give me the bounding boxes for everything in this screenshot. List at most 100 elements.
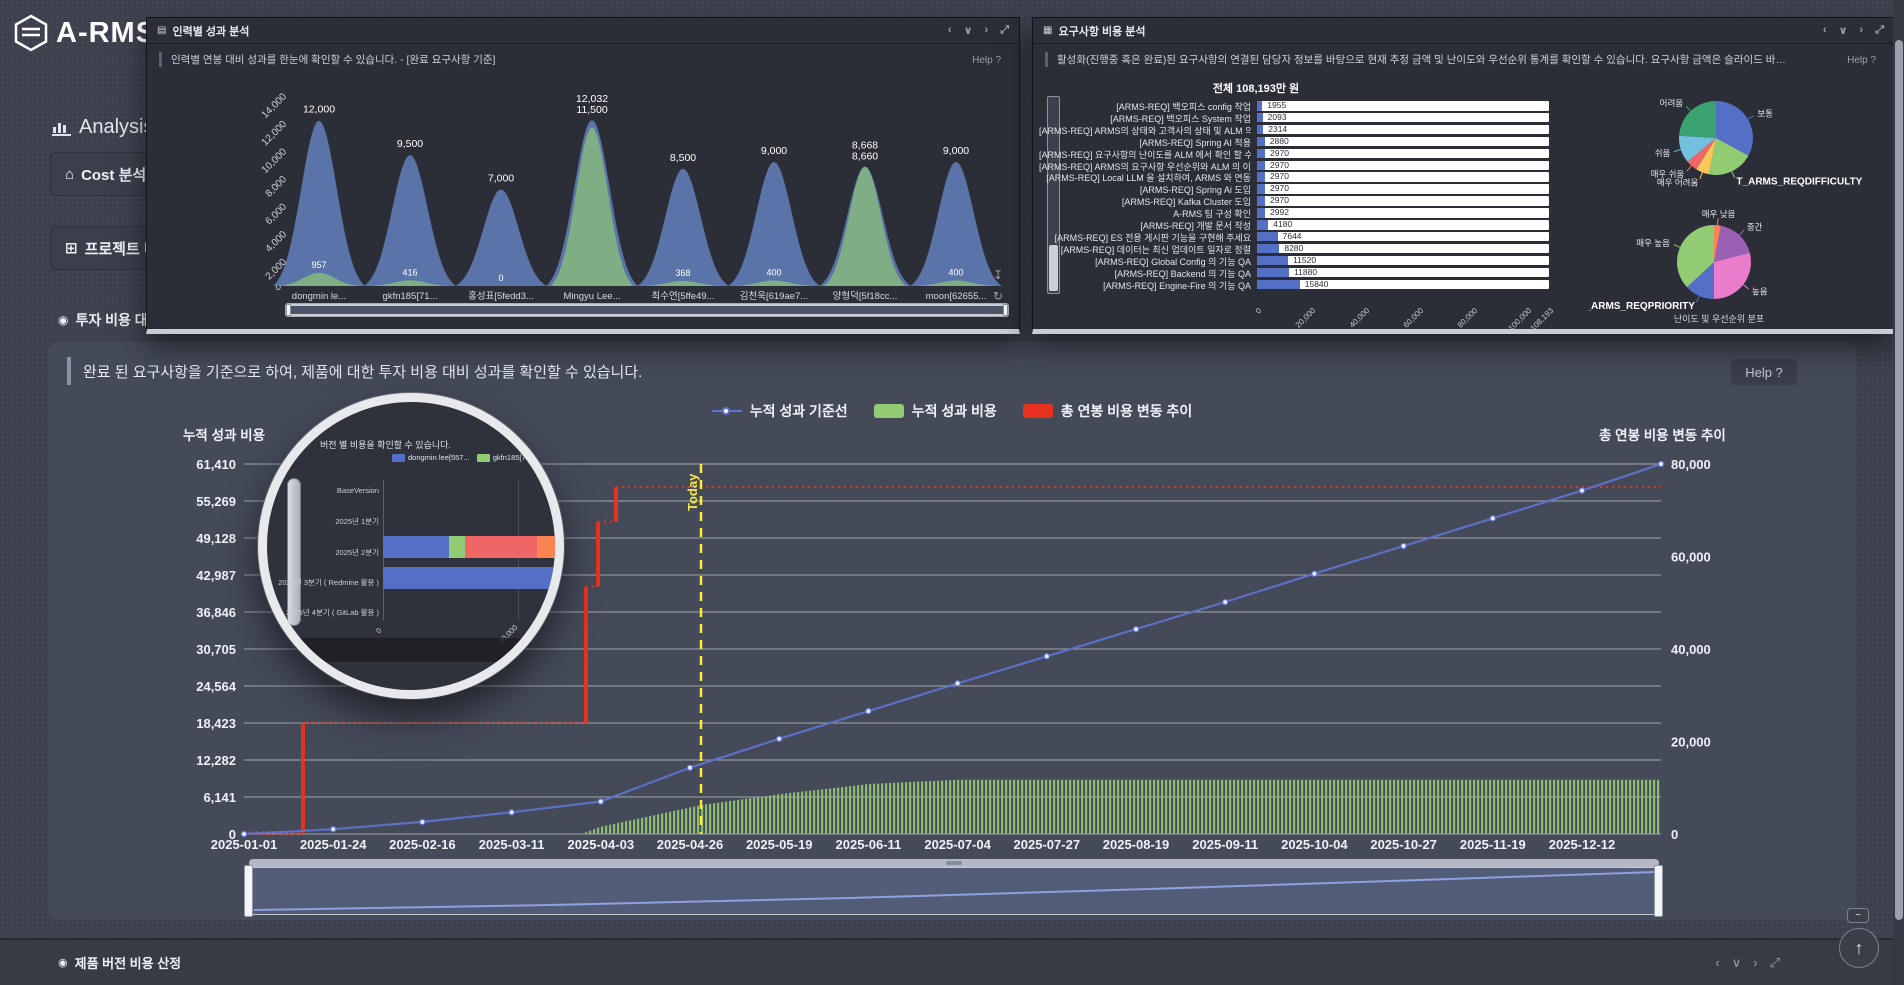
svg-text:매우 낮음: 매우 낮음	[1702, 209, 1736, 219]
svg-text:49,128: 49,128	[196, 531, 236, 546]
page-scrollbar[interactable]	[1893, 0, 1904, 985]
req-bar[interactable]: 2992	[1257, 208, 1549, 218]
chart-toolbox: ↧ ↻	[993, 268, 1003, 303]
scrollbar-handle-right[interactable]	[1003, 304, 1008, 316]
req-bar[interactable]: 2093	[1257, 113, 1549, 123]
req-bar[interactable]: 2970	[1257, 149, 1549, 159]
next-icon[interactable]: ›	[1753, 955, 1757, 971]
svg-text:957: 957	[311, 260, 326, 270]
req-bar-value: 4180	[1273, 220, 1292, 230]
req-bar-value: 2093	[1268, 113, 1287, 123]
svg-text:11,500: 11,500	[576, 104, 607, 116]
svg-text:2025-07-27: 2025-07-27	[1014, 837, 1081, 852]
panel-controls: ‹ ∨ › ⤢	[1715, 955, 1780, 971]
svg-text:2025-01-01: 2025-01-01	[211, 837, 278, 852]
svg-text:30,705: 30,705	[196, 642, 236, 657]
minimize-pill[interactable]: −	[1847, 908, 1869, 923]
req-x-tick: 80,000	[1449, 306, 1479, 336]
svg-text:368: 368	[675, 268, 690, 278]
req-bar[interactable]: 7644	[1257, 232, 1549, 242]
req-bar-value-segment	[1257, 101, 1262, 111]
svg-text:10,000: 10,000	[260, 146, 290, 176]
svg-text:홍성표[5fedd3...: 홍성표[5fedd3...	[468, 290, 534, 302]
req-bar-value-segment	[1257, 220, 1268, 230]
svg-text:9,000: 9,000	[761, 145, 787, 157]
svg-text:T_ARMS_REQPRIORITY: T_ARMS_REQPRIORITY	[1589, 301, 1695, 312]
table-icon: ⊞	[65, 239, 78, 257]
cost-button-label: Cost 분석	[81, 164, 146, 185]
req-bar-value: 2970	[1270, 184, 1289, 194]
page-scrollbar-thumb[interactable]	[1895, 40, 1903, 920]
svg-text:12,000: 12,000	[303, 104, 335, 116]
svg-text:8,660: 8,660	[852, 151, 878, 163]
svg-text:24,564: 24,564	[196, 679, 237, 694]
magnified-legend-item: dongmin lee[557...	[392, 452, 470, 463]
req-x-tick: 40,000	[1341, 306, 1371, 336]
datazoom-handle-left[interactable]	[244, 865, 253, 917]
requirements-pie-charts[interactable]: 보통T_ARMS_REQDIFFICULTY매우 어려움매우 쉬움쉬움어려움매우…	[1589, 74, 1896, 334]
svg-text:최수연[5ffe49...: 최수연[5ffe49...	[651, 291, 714, 302]
fullscreen-icon[interactable]: ⤢	[1770, 955, 1780, 971]
req-bar[interactable]: 2880	[1257, 137, 1549, 147]
req-bar[interactable]: 11880	[1257, 268, 1549, 278]
svg-text:moon[62655...: moon[62655...	[926, 291, 987, 302]
req-bar[interactable]: 4180	[1257, 220, 1549, 230]
datazoom-grip-icon[interactable]	[946, 861, 962, 865]
req-bar-value: 2992	[1270, 208, 1289, 218]
arrow-up-icon: ↑	[1855, 938, 1864, 959]
req-bar-value: 2970	[1270, 161, 1289, 171]
svg-text:80,000: 80,000	[1671, 457, 1711, 472]
req-bar[interactable]: 1955	[1257, 101, 1549, 111]
req-bar-value: 2970	[1270, 196, 1289, 206]
req-bar[interactable]: 2970	[1257, 161, 1549, 171]
bar-chart-icon	[52, 119, 71, 136]
datazoom-track[interactable]	[249, 859, 1659, 867]
svg-text:2025-12-12: 2025-12-12	[1549, 837, 1616, 852]
scroll-top-button[interactable]: ↑	[1839, 928, 1879, 968]
personnel-chart[interactable]: 14,00012,00010,0008,0006,0004,0002,00001…	[147, 18, 1021, 335]
datazoom-navigator[interactable]	[249, 867, 1659, 915]
svg-text:60,000: 60,000	[1671, 550, 1711, 565]
home-icon: ⌂	[65, 166, 74, 183]
req-bar-value-segment	[1257, 244, 1279, 254]
req-bar-value: 2880	[1270, 137, 1289, 147]
datazoom-handle-right[interactable]	[1654, 865, 1663, 917]
version-section-title: 제품 버전 비용 산정	[75, 953, 182, 972]
svg-text:2025-09-11: 2025-09-11	[1192, 837, 1258, 852]
svg-text:8,000: 8,000	[264, 174, 290, 200]
scrollbar-fill[interactable]	[289, 306, 1005, 314]
legend-swatch-icon	[392, 454, 405, 462]
req-bar[interactable]: 8280	[1257, 244, 1549, 254]
svg-text:61,410: 61,410	[196, 457, 236, 472]
app-logo: A-RMS	[14, 14, 156, 52]
req-bar[interactable]: 2970	[1257, 196, 1549, 206]
bar-segment	[465, 536, 537, 558]
section-icon: ◉	[58, 313, 68, 327]
req-bar-value-segment	[1257, 280, 1300, 290]
req-bar-value: 2314	[1268, 125, 1287, 135]
req-bar-value-segment	[1257, 184, 1265, 194]
personnel-scrollbar[interactable]	[285, 303, 1009, 317]
version-cost-section[interactable]: ◉ 제품 버전 비용 산정 ‹∨›⤢	[0, 938, 1904, 985]
magnifier-lens[interactable]: 버전 별 비용을 확인할 수 있습니다.dongmin lee[557...gk…	[258, 393, 564, 699]
svg-text:2025-02-16: 2025-02-16	[389, 837, 456, 852]
svg-text:2025-04-03: 2025-04-03	[568, 837, 635, 852]
restore-icon[interactable]: ↻	[993, 289, 1003, 303]
req-bar-value-segment	[1257, 137, 1265, 147]
svg-text:2025-10-04: 2025-10-04	[1281, 837, 1348, 852]
req-bar[interactable]: 2970	[1257, 184, 1549, 194]
req-bar[interactable]: 2314	[1257, 125, 1549, 135]
collapse-icon[interactable]: ∨	[1732, 955, 1742, 971]
prev-icon[interactable]: ‹	[1715, 955, 1719, 971]
svg-text:보통: 보통	[1757, 109, 1773, 119]
req-bar-value: 11880	[1294, 268, 1317, 278]
req-bar[interactable]: 11520	[1257, 256, 1549, 266]
save-image-icon[interactable]: ↧	[993, 268, 1003, 282]
scrollbar-handle-left[interactable]	[286, 304, 291, 316]
req-bar[interactable]: 2970	[1257, 172, 1549, 182]
req-bar-value-segment	[1257, 125, 1263, 135]
req-bar-value-segment	[1257, 232, 1278, 242]
req-bar[interactable]: 15840	[1257, 280, 1549, 290]
req-bar-value-segment	[1257, 161, 1265, 171]
panel-requirements: ▦ 요구사항 비용 분석 ‹∨›⤢ 활성화(진행중 혹은 완료)된 요구사항의 …	[1032, 17, 1895, 334]
